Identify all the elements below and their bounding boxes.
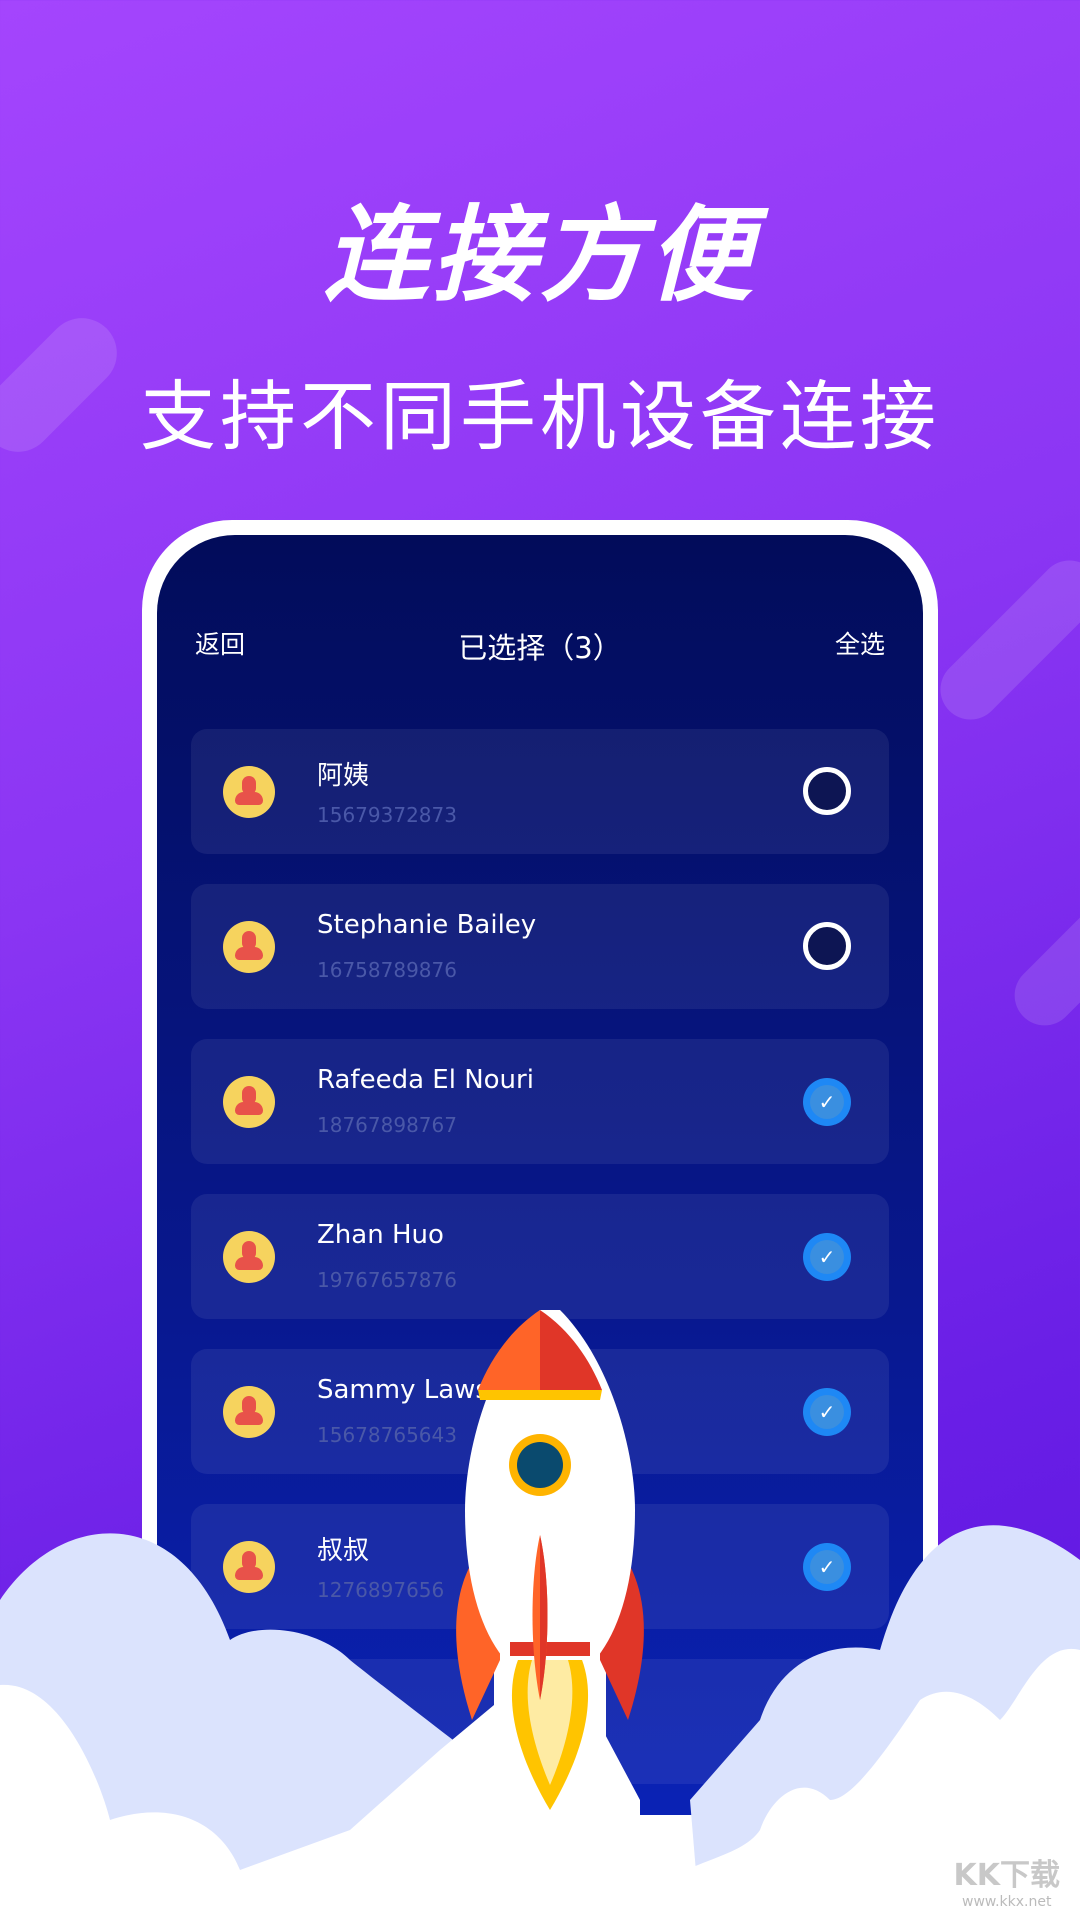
watermark: KK下载 www.kkx.net xyxy=(953,1858,1061,1910)
rocket-clouds-illustration xyxy=(0,1310,1080,1920)
